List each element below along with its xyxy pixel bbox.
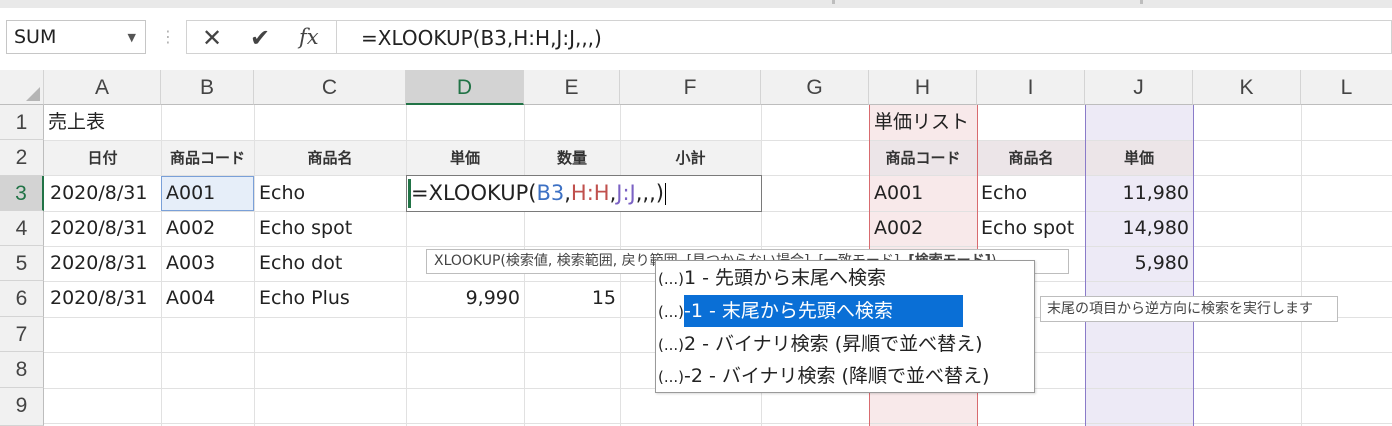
price-cell-code[interactable]: A002: [874, 211, 923, 246]
option-icon: (...): [658, 368, 685, 386]
formula-input[interactable]: =XLOOKUP(B3,H:H,J:J,,,): [336, 20, 1392, 54]
column-header-e[interactable]: E: [524, 70, 620, 105]
formula-bar: SUM ▼ ⋮ ✕ ✔ fx =XLOOKUP(B3,H:H,J:J,,,): [0, 8, 1392, 66]
header-quantity[interactable]: 数量: [524, 141, 620, 176]
formula-separator: ,: [564, 181, 571, 205]
autocomplete-item-label: 2 - バイナリ検索 (昇順で並べ替え): [684, 333, 983, 355]
row-header-4[interactable]: 4: [0, 211, 44, 246]
row-header-5[interactable]: 5: [0, 246, 44, 281]
select-all-corner[interactable]: [0, 70, 44, 105]
drag-handle-icon[interactable]: ⋮: [160, 27, 176, 46]
option-icon: (...): [658, 336, 685, 354]
cell-product-name[interactable]: Echo: [259, 176, 305, 211]
sheet-title[interactable]: 売上表: [48, 105, 105, 140]
cell-product-code[interactable]: A002: [166, 211, 215, 246]
row-header-6[interactable]: 6: [0, 281, 44, 317]
cell-edit-formula[interactable]: =XLOOKUP(B3,H:H,J:J,,,): [411, 176, 666, 211]
cell-product-name[interactable]: Echo dot: [259, 246, 342, 281]
autocomplete-item-label: -1 - 末尾から先頭へ検索: [684, 295, 963, 327]
cell-unit-price[interactable]: 9,990: [406, 281, 520, 316]
option-icon: (...): [658, 270, 685, 288]
column-header-a[interactable]: A: [44, 70, 161, 105]
cell-product-code[interactable]: A001: [166, 176, 215, 211]
column-header-f[interactable]: F: [620, 70, 761, 105]
cell-product-code[interactable]: A004: [166, 281, 215, 316]
price-header-name[interactable]: 商品名: [977, 141, 1085, 176]
formula-buttons: ✕ ✔ fx: [186, 20, 336, 54]
cell-date[interactable]: 2020/8/31: [50, 246, 147, 281]
ribbon-mark: [1140, 0, 1143, 4]
row-header-3[interactable]: 3: [0, 176, 44, 211]
cell-date[interactable]: 2020/8/31: [50, 211, 147, 246]
column-header-h[interactable]: H: [869, 70, 977, 105]
gridline: [44, 423, 1392, 424]
gridline: [1301, 105, 1302, 426]
insert-function-icon[interactable]: fx: [299, 25, 319, 49]
price-cell-name[interactable]: Echo: [981, 176, 1027, 211]
column-header-k[interactable]: K: [1193, 70, 1301, 105]
cell-product-name[interactable]: Echo spot: [259, 211, 352, 246]
cell-quantity[interactable]: 15: [524, 281, 616, 316]
price-cell-code[interactable]: A001: [874, 176, 923, 211]
autocomplete-item-label: -2 - バイナリ検索 (降順で並べ替え): [684, 365, 990, 387]
select-all-icon: [26, 87, 40, 101]
price-header-price[interactable]: 単価: [1085, 141, 1193, 176]
price-cell-price[interactable]: 14,980: [1085, 211, 1189, 246]
name-box-value: SUM: [14, 26, 57, 48]
autocomplete-item[interactable]: (...)2 - バイナリ検索 (昇順で並べ替え): [658, 328, 983, 360]
autocomplete-item[interactable]: (...)1 - 先頭から末尾へ検索: [658, 262, 886, 294]
name-box[interactable]: SUM ▼: [6, 20, 146, 54]
header-unit-price[interactable]: 単価: [406, 141, 524, 176]
price-cell-price[interactable]: 5,980: [1085, 246, 1189, 281]
column-header-j[interactable]: J: [1085, 70, 1193, 105]
price-header-code[interactable]: 商品コード: [869, 141, 977, 176]
autocomplete-item[interactable]: (...)-2 - バイナリ検索 (降順で並べ替え): [658, 360, 989, 392]
header-product-name[interactable]: 商品名: [254, 141, 406, 176]
column-header-c[interactable]: C: [254, 70, 406, 105]
ref-h-column: H:H: [570, 181, 610, 205]
formula-prefix: =XLOOKUP(: [411, 181, 537, 205]
option-icon: (...): [658, 303, 685, 321]
column-header-l[interactable]: L: [1301, 70, 1392, 105]
price-list-title[interactable]: 単価リスト: [874, 105, 969, 140]
ribbon-mark: [832, 0, 835, 4]
header-product-code[interactable]: 商品コード: [161, 141, 254, 176]
header-subtotal[interactable]: 小計: [620, 141, 761, 176]
enter-icon[interactable]: ✔: [250, 24, 270, 52]
row-header-1[interactable]: 1: [0, 105, 44, 140]
chevron-down-icon[interactable]: ▼: [128, 31, 136, 44]
price-cell-price[interactable]: 11,980: [1085, 176, 1189, 211]
autocomplete-item-label: 1 - 先頭から末尾へ検索: [684, 267, 887, 289]
option-description-tooltip: 末尾の項目から逆方向に検索を実行します: [1040, 296, 1338, 322]
range-border-j: [1193, 105, 1194, 426]
column-header-i[interactable]: I: [977, 70, 1085, 105]
column-header-g[interactable]: G: [761, 70, 869, 105]
autocomplete-item-selected[interactable]: (...)-1 - 末尾から先頭へ検索: [658, 295, 963, 327]
ribbon-edge: [0, 0, 1392, 8]
row-header-7[interactable]: 7: [0, 317, 44, 352]
header-date[interactable]: 日付: [44, 141, 161, 176]
autocomplete-list: (...)1 - 先頭から末尾へ検索 (...)-1 - 末尾から先頭へ検索 (…: [655, 260, 1035, 393]
row-header-2[interactable]: 2: [0, 140, 44, 176]
cell-product-code[interactable]: A003: [166, 246, 215, 281]
cell-date[interactable]: 2020/8/31: [50, 281, 147, 316]
row-header-8[interactable]: 8: [0, 352, 44, 388]
column-header-b[interactable]: B: [161, 70, 254, 105]
cancel-icon[interactable]: ✕: [202, 24, 222, 52]
cell-product-name[interactable]: Echo Plus: [259, 281, 350, 316]
formula-tail: ,,,): [635, 181, 664, 205]
ref-b3: B3: [536, 181, 565, 205]
gridline: [44, 246, 1392, 247]
ref-j-column: J:J: [616, 181, 636, 205]
cell-date[interactable]: 2020/8/31: [50, 176, 147, 211]
text-caret: [664, 183, 666, 205]
column-header-d[interactable]: D: [406, 70, 524, 105]
price-cell-name[interactable]: Echo spot: [981, 211, 1074, 246]
row-header-9[interactable]: 9: [0, 388, 44, 426]
